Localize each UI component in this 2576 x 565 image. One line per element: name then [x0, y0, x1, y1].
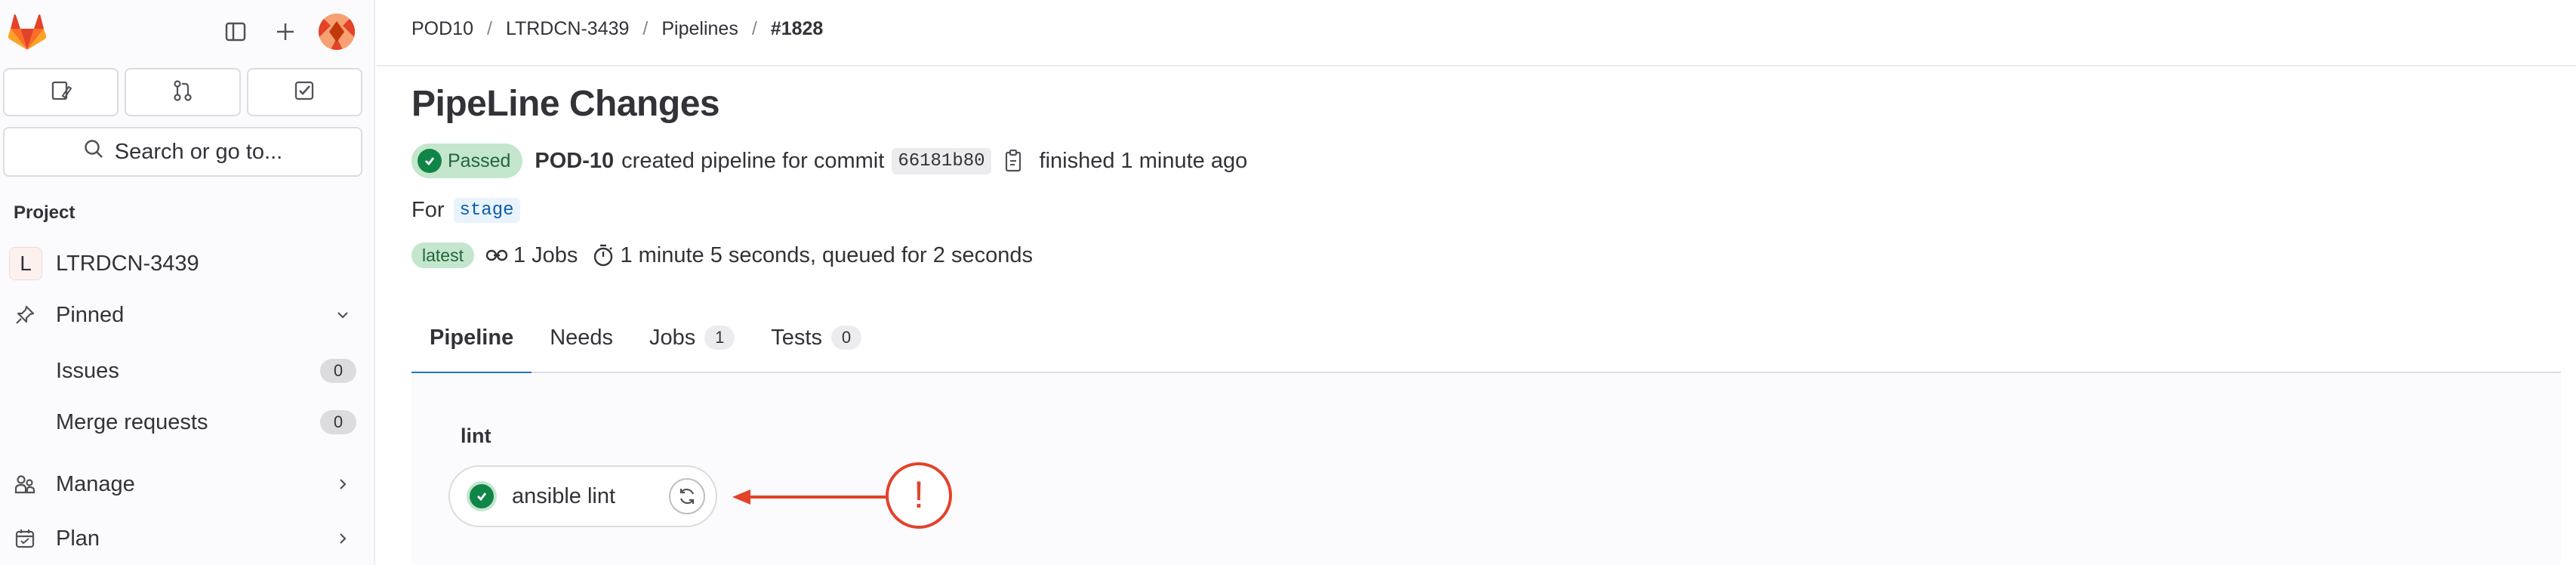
annotation-symbol: ! — [914, 474, 924, 516]
status-label: Passed — [448, 150, 511, 171]
tab-jobs[interactable]: Jobs 1 — [631, 302, 753, 373]
sidebar: Search or go to... Project L LTRDCN-3439… — [0, 0, 375, 565]
chevron-right-icon — [332, 474, 353, 495]
pin-icon — [12, 302, 38, 328]
toggle-sidebar-icon[interactable] — [216, 14, 255, 50]
sidebar-item-label: Issues — [56, 358, 119, 383]
search-label: Search or go to... — [114, 139, 283, 164]
pipeline-tabs: Pipeline Needs Jobs 1 Tests 0 — [411, 302, 2561, 375]
sidebar-item-pinned[interactable]: Pinned — [0, 290, 375, 340]
breadcrumb-separator: / — [642, 18, 649, 39]
commit-sha[interactable]: 66181b80 — [892, 147, 991, 174]
chevron-down-icon — [332, 304, 353, 326]
breadcrumb-separator: / — [486, 18, 492, 39]
jobs-icon — [485, 243, 509, 267]
pipeline-meta: latest 1 Jobs 1 minute 5 seconds, queued… — [411, 240, 1033, 270]
sidebar-item-label: Plan — [56, 526, 100, 551]
for-label: For — [411, 197, 445, 222]
sidebar-item-label: Manage — [56, 471, 135, 496]
check-circle-icon — [418, 149, 442, 173]
tab-tests[interactable]: Tests 0 — [753, 302, 880, 373]
timer-icon — [591, 243, 615, 267]
tab-needs[interactable]: Needs — [532, 302, 631, 373]
annotation-callout: ! — [731, 461, 957, 533]
project-name: LTRDCN-3439 — [56, 251, 199, 276]
search-icon — [83, 138, 104, 165]
stage-title: lint — [461, 425, 491, 447]
page-title: PipeLine Changes — [411, 84, 720, 124]
breadcrumb-current[interactable]: #1828 — [771, 18, 824, 40]
tab-count-badge: 0 — [830, 326, 861, 350]
tab-pipeline[interactable]: Pipeline — [411, 302, 532, 375]
action-text: created pipeline for commit — [621, 148, 885, 173]
issues-icon — [50, 79, 72, 106]
finished-text: finished 1 minute ago — [1039, 148, 1248, 173]
tab-label: Needs — [550, 325, 614, 350]
retry-icon[interactable] — [669, 478, 705, 514]
count-badge: 0 — [320, 410, 356, 434]
search-button[interactable]: Search or go to... — [3, 127, 362, 177]
project-avatar: L — [9, 247, 42, 280]
pipeline-summary: Passed POD-10 created pipeline for commi… — [411, 142, 1247, 180]
user-avatar[interactable] — [319, 14, 355, 50]
jobs-count: 1 Jobs — [513, 242, 578, 267]
section-title: Project — [14, 202, 75, 223]
tab-label: Pipeline — [430, 325, 514, 350]
calendar-icon — [12, 526, 38, 551]
annotation-arrow-icon: ! — [732, 462, 952, 529]
plus-icon[interactable] — [266, 14, 305, 50]
sidebar-item-project[interactable]: L LTRDCN-3439 — [0, 239, 375, 289]
gitlab-logo-icon[interactable] — [8, 14, 47, 51]
sidebar-item-issues[interactable]: Issues 0 — [0, 346, 375, 396]
merge-requests-tab[interactable] — [125, 68, 241, 116]
copy-clipboard-icon[interactable] — [1002, 148, 1026, 174]
pipeline-ref: For stage — [411, 195, 520, 225]
status-badge[interactable]: Passed — [411, 144, 523, 178]
breadcrumb-item[interactable]: POD10 — [411, 18, 473, 40]
chevron-right-icon — [332, 528, 353, 549]
ref-link[interactable]: stage — [453, 197, 520, 223]
users-icon — [12, 471, 38, 497]
breadcrumb: POD10 / LTRDCN-3439 / Pipelines / #1828 — [411, 18, 823, 40]
sidebar-item-label: Merge requests — [56, 409, 208, 434]
job-name: ansible lint — [512, 483, 616, 508]
sidebar-item-label: Pinned — [56, 302, 125, 327]
sidebar-item-manage[interactable]: Manage — [0, 459, 375, 509]
merge-request-icon — [171, 79, 194, 106]
sidebar-item-plan[interactable]: Plan — [0, 514, 375, 563]
breadcrumb-item[interactable]: Pipelines — [661, 18, 738, 40]
tab-label: Tests — [771, 325, 822, 350]
sidebar-item-merge-requests[interactable]: Merge requests 0 — [0, 397, 375, 447]
breadcrumb-separator: / — [751, 18, 757, 39]
author-link[interactable]: POD-10 — [535, 149, 614, 174]
count-badge: 0 — [320, 359, 356, 383]
sidebar-header — [0, 0, 375, 63]
sidebar-quick-tabs — [3, 68, 362, 116]
duration-text: 1 minute 5 seconds, queued for 2 seconds — [620, 242, 1033, 267]
latest-badge: latest — [411, 242, 474, 268]
breadcrumb-item[interactable]: LTRDCN-3439 — [506, 18, 629, 40]
issues-assigned-tab[interactable] — [3, 68, 119, 116]
tab-count-badge: 1 — [704, 326, 735, 350]
todo-tab[interactable] — [246, 68, 362, 116]
todo-check-icon — [293, 79, 316, 106]
tab-label: Jobs — [649, 325, 696, 350]
top-bar: POD10 / LTRDCN-3439 / Pipelines / #1828 — [377, 0, 2576, 66]
job-status-passed-icon — [467, 481, 497, 511]
job-ansible-lint[interactable]: ansible lint — [448, 465, 717, 527]
